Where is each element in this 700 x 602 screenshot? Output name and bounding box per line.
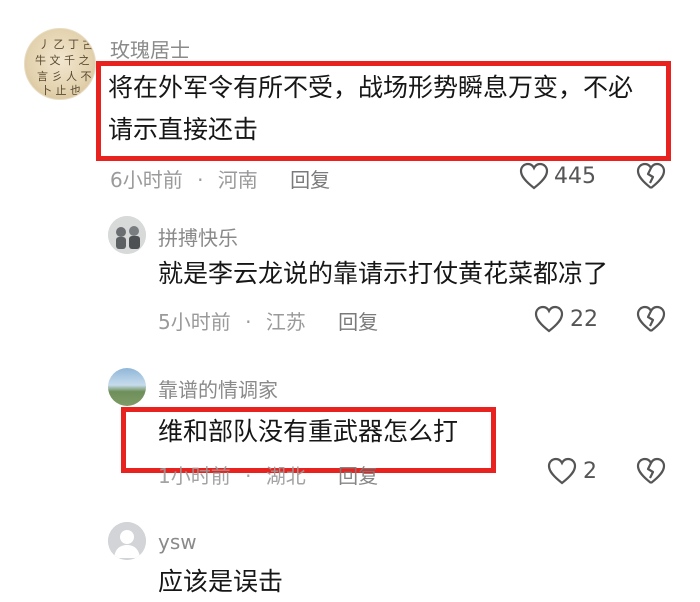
comment-time: 6小时前 bbox=[110, 168, 183, 192]
avatar[interactable] bbox=[108, 216, 146, 254]
comment-username[interactable]: 玫瑰居士 bbox=[110, 34, 190, 63]
comment-username[interactable]: 靠谱的情调家 bbox=[158, 374, 278, 403]
separator-dot: · bbox=[197, 168, 204, 192]
avatar-calligraphy[interactable]: 丿 乙 丁 古 牛 文 千 之 言 彡 人 不 卜 止 也 bbox=[24, 28, 96, 100]
avatar-default[interactable] bbox=[108, 522, 146, 560]
comment-text: 应该是误击 bbox=[158, 567, 284, 596]
comment-username[interactable]: 拼搏快乐 bbox=[158, 222, 238, 251]
broken-heart-icon bbox=[636, 457, 666, 484]
avatar-figures-icon bbox=[108, 216, 146, 254]
heart-icon bbox=[534, 305, 564, 333]
reply-button[interactable]: 回复 bbox=[290, 168, 330, 192]
comment-text: 就是李云龙说的靠请示打仗黄花菜都凉了 bbox=[158, 259, 609, 288]
dislike-button[interactable] bbox=[636, 457, 666, 485]
dislike-button[interactable] bbox=[636, 305, 666, 333]
like-button[interactable] bbox=[519, 162, 549, 190]
separator-dot: · bbox=[245, 310, 252, 334]
comment-meta: 5小时前 · 江苏 回复 bbox=[158, 306, 378, 335]
like-button[interactable] bbox=[534, 305, 564, 333]
broken-heart-icon bbox=[636, 162, 666, 189]
avatar-landscape[interactable] bbox=[108, 368, 146, 406]
comment-location: 湖北 bbox=[265, 464, 306, 488]
reply-button[interactable]: 回复 bbox=[338, 464, 378, 488]
broken-heart-icon bbox=[636, 305, 666, 332]
like-count: 22 bbox=[570, 307, 598, 332]
comment-location: 江苏 bbox=[265, 310, 306, 334]
like-count: 445 bbox=[554, 164, 596, 189]
comment-location: 河南 bbox=[217, 168, 258, 192]
heart-icon bbox=[547, 457, 577, 485]
comment-time: 5小时前 bbox=[158, 310, 231, 334]
comment-text-line1: 将在外军令有所不受，战场形势瞬息万变，不必 bbox=[108, 73, 634, 102]
dislike-button[interactable] bbox=[636, 162, 666, 190]
default-user-icon bbox=[108, 522, 146, 560]
like-count: 2 bbox=[583, 459, 597, 484]
comment-text-line2: 请示直接还击 bbox=[108, 115, 259, 144]
comment-username[interactable]: ysw bbox=[158, 530, 197, 554]
reply-button[interactable]: 回复 bbox=[338, 310, 378, 334]
comment-text: 维和部队没有重武器怎么打 bbox=[158, 417, 459, 446]
separator-dot: · bbox=[245, 464, 252, 488]
like-button[interactable] bbox=[547, 457, 577, 485]
heart-icon bbox=[519, 162, 549, 190]
comment-meta: 6小时前 · 河南 回复 bbox=[110, 164, 330, 193]
comment-meta: 1小时前 · 湖北 回复 bbox=[158, 460, 378, 489]
comment-time: 1小时前 bbox=[158, 464, 231, 488]
